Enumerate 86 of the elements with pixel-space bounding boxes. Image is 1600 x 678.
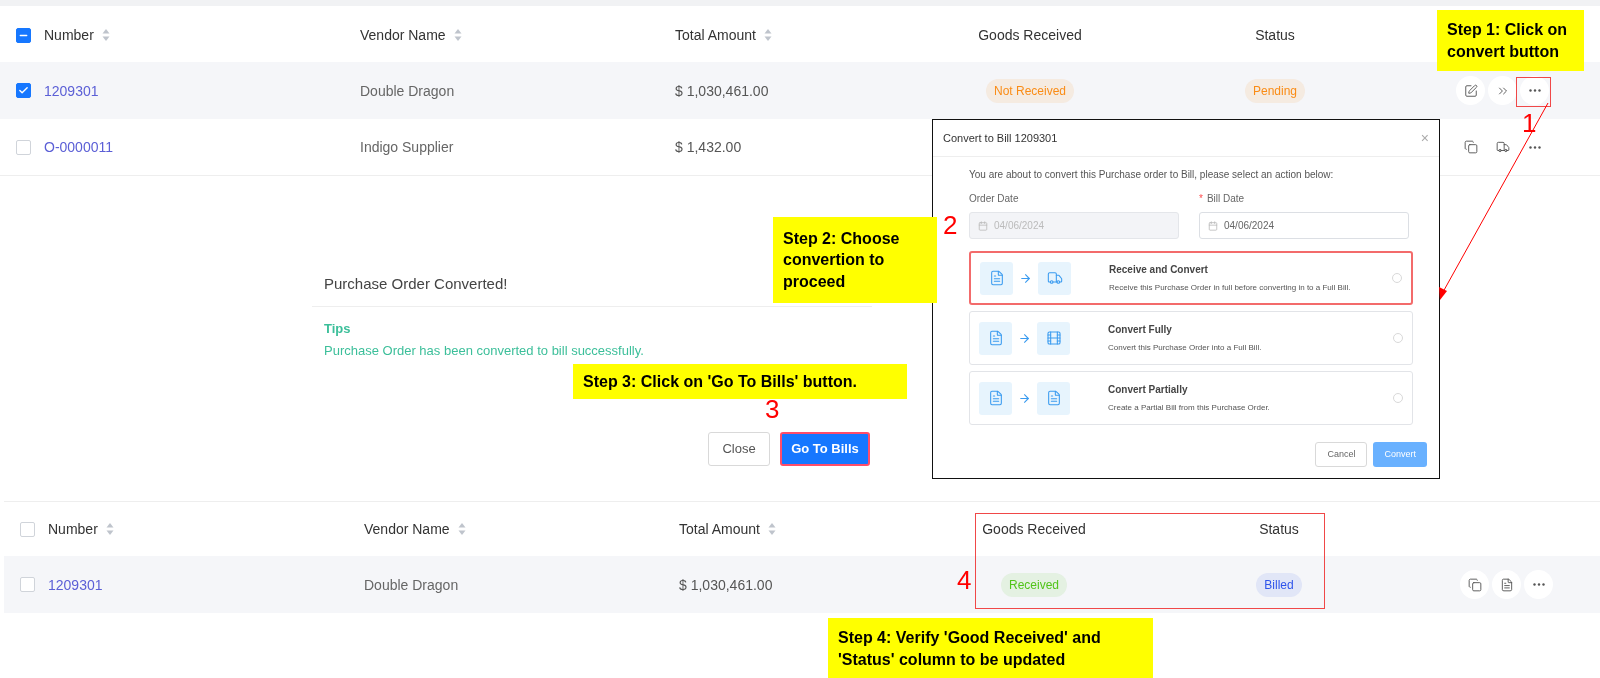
field-label: * Bill Date [1199, 192, 1246, 206]
checkbox[interactable] [16, 27, 31, 43]
arrow-icon [1019, 271, 1032, 285]
arrow-icon [1018, 331, 1031, 345]
step-callout: Step 1: Click on convert button [1437, 10, 1584, 71]
sort-icon[interactable] [457, 522, 466, 536]
goods-status-badge: Not Received [985, 78, 1074, 103]
truck-icon [1495, 140, 1510, 154]
order-number-link[interactable]: 1209301 [44, 82, 99, 99]
order-number-link[interactable]: 1209301 [48, 576, 103, 593]
option-description: Receive this Purchase Order in full before converting in to a Full Bill. [1109, 282, 1352, 294]
step-number: 4 [957, 567, 972, 593]
column-header: Goods Received [982, 519, 1086, 539]
vendor-name: Double Dragon [364, 576, 459, 593]
more-icon [1528, 145, 1541, 149]
arrow-icon [1018, 391, 1031, 405]
column-header: Status [1259, 519, 1299, 539]
checkbox[interactable] [16, 83, 31, 98]
dialog-intro: You are about to convert this Purchase order to Bill, please select an action below: [969, 168, 1335, 182]
conversion-option[interactable]: Receive and Convert Receive this Purchase Order in full before converting in to a Full Bill. [969, 251, 1413, 305]
sort-icon[interactable] [763, 28, 772, 42]
total-amount: $ 1,030,461.00 [675, 82, 769, 99]
option-description: Convert this Purchase Order into a Full Bill. [1108, 342, 1263, 354]
file-icon [979, 321, 1012, 355]
more-icon [1528, 89, 1541, 92]
status-badge: Billed [1256, 572, 1302, 597]
sort-icon[interactable] [101, 28, 110, 42]
file-icon [979, 381, 1012, 415]
tips-label: Tips [324, 320, 352, 338]
step-number: 3 [765, 396, 780, 422]
step-callout: Step 4: Verify 'Good Received' and 'Status' column to be updated [828, 618, 1153, 678]
sort-icon[interactable] [105, 522, 114, 536]
sort-icon[interactable] [453, 28, 462, 42]
copy-button[interactable] [1460, 570, 1489, 599]
more-button[interactable] [1520, 76, 1549, 105]
column-header[interactable]: Total Amount [679, 518, 760, 540]
more-icon [1532, 583, 1545, 586]
status-badge: Pending [1244, 78, 1305, 103]
column-header: Goods Received [978, 25, 1082, 45]
step-number: 2 [943, 212, 958, 238]
column-header[interactable]: Number [48, 518, 98, 540]
option-title: Convert Fully [1108, 323, 1173, 337]
step-callout: Step 3: Click on 'Go To Bills' button. [573, 364, 907, 399]
film-icon [1045, 330, 1062, 346]
column-header[interactable]: Vendor Name [364, 518, 450, 540]
step-number: 1 [1522, 110, 1537, 136]
date-field[interactable]: 04/06/2024 [1199, 212, 1409, 239]
sort-icon[interactable] [767, 522, 776, 536]
vendor-name: Indigo Supplier [360, 139, 454, 155]
document-icon [1499, 577, 1514, 592]
vendor-name: Double Dragon [360, 82, 455, 99]
panel-title: Purchase Order Converted! [324, 275, 508, 292]
conversion-option[interactable]: Convert Fully Convert this Purchase Order into a Full Bill. [969, 311, 1413, 365]
file-icon [980, 261, 1013, 295]
column-header[interactable]: Vendor Name [360, 24, 446, 46]
total-amount: $ 1,432.00 [675, 139, 742, 155]
document-button[interactable] [1492, 570, 1521, 599]
truck-icon [1046, 270, 1063, 286]
dialog-title: Convert to Bill 1209301 [943, 130, 1058, 146]
edit-icon [1463, 83, 1478, 98]
cancel-button[interactable]: Cancel [1315, 442, 1368, 467]
calendar-icon [978, 220, 988, 231]
option-description: Create a Partial Bill from this Purchase Order. [1108, 402, 1271, 414]
total-amount: $ 1,030,461.00 [679, 576, 773, 593]
go-to-bills-button[interactable]: Go To Bills [780, 432, 870, 466]
highlight-frame [1516, 77, 1551, 107]
copy-icon [1467, 577, 1482, 592]
step-callout: Step 2: Choose convertion to proceed [773, 217, 937, 303]
document-icon [1045, 390, 1062, 406]
tips-message: Purchase Order has been converted to bill successfully. [324, 341, 645, 360]
order-number-link[interactable]: O-0000011 [44, 139, 113, 155]
check-icon [18, 85, 29, 96]
column-header: Status [1255, 25, 1295, 45]
convert-button[interactable] [1488, 76, 1517, 105]
copy-icon [1463, 140, 1478, 154]
goods-status-badge: Received [1001, 572, 1067, 597]
field-label: Order Date [969, 192, 1020, 206]
close-button[interactable]: Close [708, 432, 770, 466]
conversion-option[interactable]: Convert Partially Create a Partial Bill from this Purchase Order. [969, 371, 1413, 425]
date-field: 04/06/2024 [969, 212, 1179, 239]
column-header[interactable]: Total Amount [675, 24, 756, 46]
edit-button[interactable] [1456, 76, 1485, 105]
option-title: Receive and Convert [1109, 263, 1209, 277]
option-title: Convert Partially [1108, 383, 1189, 397]
column-header[interactable]: Number [44, 24, 94, 46]
calendar-icon [1208, 220, 1218, 231]
